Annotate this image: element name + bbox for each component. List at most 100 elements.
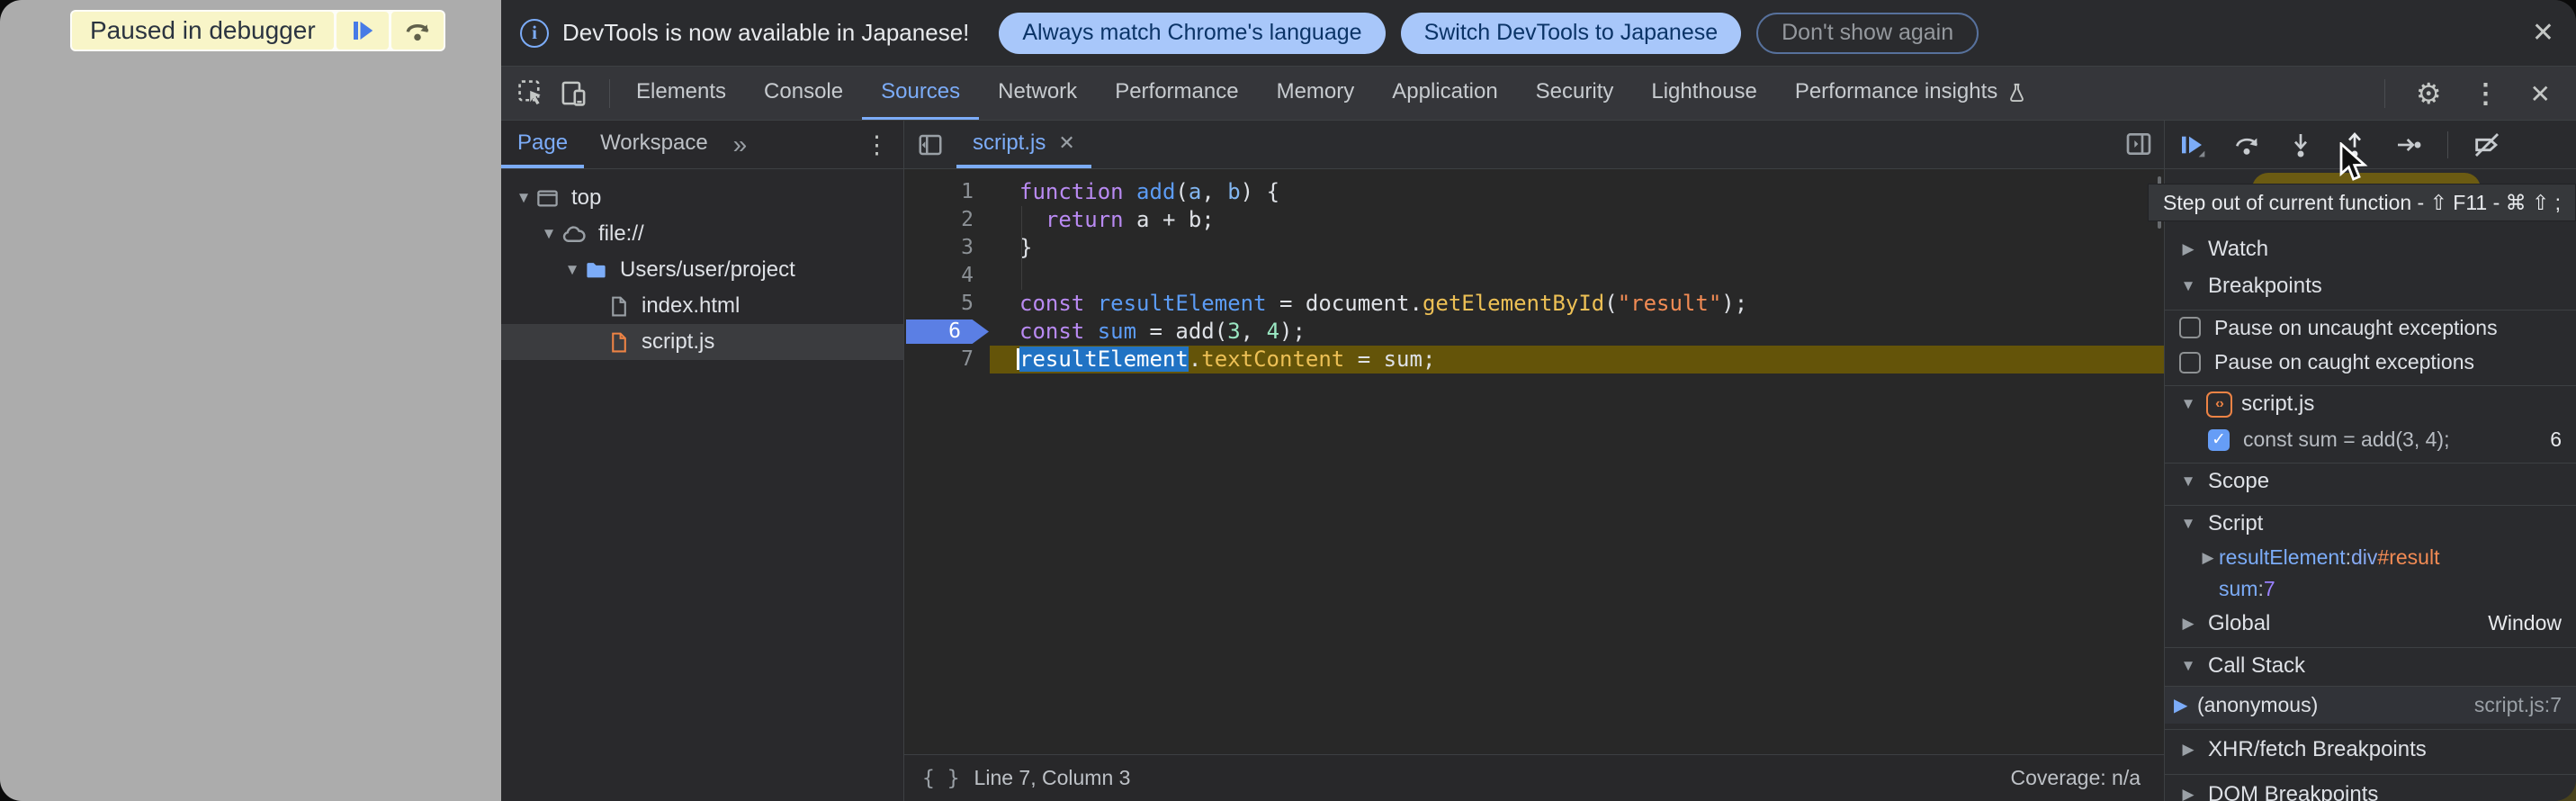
switch-to-japanese-button[interactable]: Switch DevTools to Japanese <box>1401 13 1742 54</box>
tab-page[interactable]: Page <box>501 121 584 168</box>
collapse-navigator-icon[interactable] <box>904 121 956 168</box>
chevron-down-icon[interactable]: ▼ <box>2177 472 2199 490</box>
editor-tab-scriptjs[interactable]: script.js ✕ <box>956 121 1091 168</box>
tree-item-users-user-project[interactable]: ▼Users/user/project <box>501 252 903 288</box>
filegroup-script-js[interactable]: ▼‹›script.js <box>2165 385 2576 422</box>
section-label: Script <box>2208 511 2263 536</box>
checkbox-pause-on-uncaught-exceptions[interactable]: Pause on uncaught exceptions <box>2165 310 2576 345</box>
tree-item-file-[interactable]: ▼file:// <box>501 216 903 252</box>
tree-item-top[interactable]: ▼top <box>501 180 903 216</box>
code-token: , <box>1201 179 1227 204</box>
always-match-language-button[interactable]: Always match Chrome's language <box>999 13 1385 54</box>
breakpoint-marker <box>906 320 989 344</box>
section-dom-breakpoints[interactable]: ▶DOM Breakpoints <box>2165 774 2576 801</box>
gear-icon[interactable]: ⚙ <box>2416 76 2442 111</box>
navigator-menu-icon[interactable]: ⋮ <box>865 131 889 159</box>
tab-console[interactable]: Console <box>745 67 862 120</box>
gutter-line-6[interactable]: 6 <box>904 318 990 346</box>
deactivate-breakpoints-button[interactable] <box>2472 130 2502 160</box>
chevron-down-icon[interactable]: ▼ <box>2177 657 2199 675</box>
section-value: Window <box>2488 611 2562 635</box>
checkbox[interactable] <box>2179 352 2201 374</box>
tab-memory[interactable]: Memory <box>1258 67 1374 120</box>
chevron-right-icon[interactable]: ▶ <box>2177 240 2199 258</box>
checkbox-pause-on-caught-exceptions[interactable]: Pause on caught exceptions <box>2165 345 2576 380</box>
gutter-line-2[interactable]: 2 <box>904 206 990 234</box>
step-button[interactable] <box>2393 130 2424 160</box>
expander-icon[interactable]: ▼ <box>537 225 561 243</box>
tab-performance[interactable]: Performance <box>1096 67 1257 120</box>
dont-show-again-button[interactable]: Don't show again <box>1756 13 1979 54</box>
tab-label: Performance <box>1115 79 1238 104</box>
resume-button[interactable] <box>2177 130 2208 160</box>
variable-value: div <box>2351 545 2377 570</box>
gutter-line-7[interactable]: 7 <box>904 346 990 374</box>
code-text: const resultElement = document.getElemen… <box>990 290 2164 318</box>
chevron-down-icon[interactable]: ▼ <box>2177 277 2199 295</box>
breakpoint-file-label: script.js <box>2241 392 2314 417</box>
tab-performance-insights[interactable]: Performance insights <box>1776 67 2046 120</box>
breakpoint-checkbox[interactable]: ✓ <box>2208 429 2230 451</box>
scopehead-script[interactable]: ▼ Script <box>2165 505 2576 542</box>
tree-item-index-html[interactable]: index.html <box>501 288 903 324</box>
code-editor[interactable]: 1function add(a, b) {2 return a + b;3}45… <box>904 169 2164 754</box>
gutter-line-1[interactable]: 1 <box>904 178 990 206</box>
section-xhr-fetch-breakpoints[interactable]: ▶XHR/fetch Breakpoints <box>2165 729 2576 769</box>
gutter-line-5[interactable]: 5 <box>904 290 990 318</box>
expander-icon[interactable]: ▼ <box>561 261 584 279</box>
tree-item-script-js[interactable]: script.js <box>501 324 903 360</box>
checkbox[interactable] <box>2179 317 2201 338</box>
section-label: Global <box>2208 611 2270 636</box>
expander-icon[interactable]: ▼ <box>512 189 535 207</box>
resume-script-button[interactable] <box>337 12 389 50</box>
device-toolbar-icon[interactable] <box>560 79 588 107</box>
chevron-down-icon[interactable]: ▼ <box>2177 515 2199 533</box>
pretty-print-icon[interactable]: { } <box>922 767 960 790</box>
breakpoint-const-sum-add-3-4-[interactable]: ✓const sum = add(3, 4);6 <box>2165 422 2576 457</box>
close-icon[interactable]: ✕ <box>2532 17 2554 49</box>
gutter-line-3[interactable]: 3 <box>904 234 990 262</box>
code-token: a + b; <box>1124 207 1215 232</box>
chevron-right-icon[interactable]: ▶ <box>2177 741 2199 759</box>
toggle-debugger-sidebar-icon[interactable] <box>2124 130 2153 163</box>
line-number: 1 <box>961 180 974 203</box>
var-sum[interactable]: sum: 7 <box>2165 573 2576 605</box>
inspect-element-icon[interactable] <box>517 79 545 107</box>
section-call-stack[interactable]: ▼Call Stack <box>2165 647 2576 684</box>
more-tabs-icon[interactable]: » <box>724 121 757 168</box>
chevron-right-icon[interactable]: ▶ <box>2177 615 2199 633</box>
tab-elements[interactable]: Elements <box>617 67 745 120</box>
code-token: b <box>1227 179 1240 204</box>
step-over-script-button[interactable] <box>391 12 444 50</box>
code-token: ) { <box>1241 179 1279 204</box>
var-resultelement[interactable]: ▶resultElement: div#result <box>2165 542 2576 573</box>
gutter-line-4[interactable]: 4 <box>904 262 990 290</box>
chevron-right-icon[interactable]: ▶ <box>2177 786 2199 801</box>
frame--anonymous-[interactable]: ▶(anonymous)script.js:7 <box>2165 686 2576 724</box>
section-watch[interactable]: ▶Watch <box>2165 230 2576 267</box>
close-tab-icon[interactable]: ✕ <box>1058 131 1074 155</box>
section-scope[interactable]: ▼Scope <box>2165 463 2576 500</box>
frame-location: script.js:7 <box>2474 693 2562 717</box>
step-into-button[interactable] <box>2285 130 2316 160</box>
navigator-pane: Page Workspace » ⋮ ▼top▼file://▼Users/us… <box>501 121 904 801</box>
tab-application[interactable]: Application <box>1373 67 1516 120</box>
chevron-down-icon[interactable]: ▼ <box>2177 395 2199 413</box>
notification-buttons: Always match Chrome's language Switch De… <box>999 13 1979 54</box>
kebab-menu-icon[interactable]: ⋮ <box>2473 78 2500 110</box>
step-over-button[interactable] <box>2231 130 2262 160</box>
code-text: const sum = add(3, 4); <box>990 318 2164 346</box>
scopehead-global[interactable]: ▶ Global Window <box>2165 605 2576 642</box>
code-line-2: 2 return a + b; <box>904 206 2164 234</box>
tab-workspace[interactable]: Workspace <box>584 121 724 168</box>
tab-sources[interactable]: Sources <box>862 67 979 120</box>
tab-network[interactable]: Network <box>979 67 1096 120</box>
chevron-right-icon[interactable]: ▶ <box>2197 549 2219 567</box>
section-breakpoints[interactable]: ▼Breakpoints <box>2165 267 2576 304</box>
code-token: , <box>1241 319 1267 344</box>
close-devtools-icon[interactable]: ✕ <box>2530 79 2551 109</box>
devtools-panel: i DevTools is now available in Japanese!… <box>501 0 2576 801</box>
tab-lighthouse[interactable]: Lighthouse <box>1632 67 1775 120</box>
variable-value: 7 <box>2264 577 2275 601</box>
tab-security[interactable]: Security <box>1517 67 1633 120</box>
